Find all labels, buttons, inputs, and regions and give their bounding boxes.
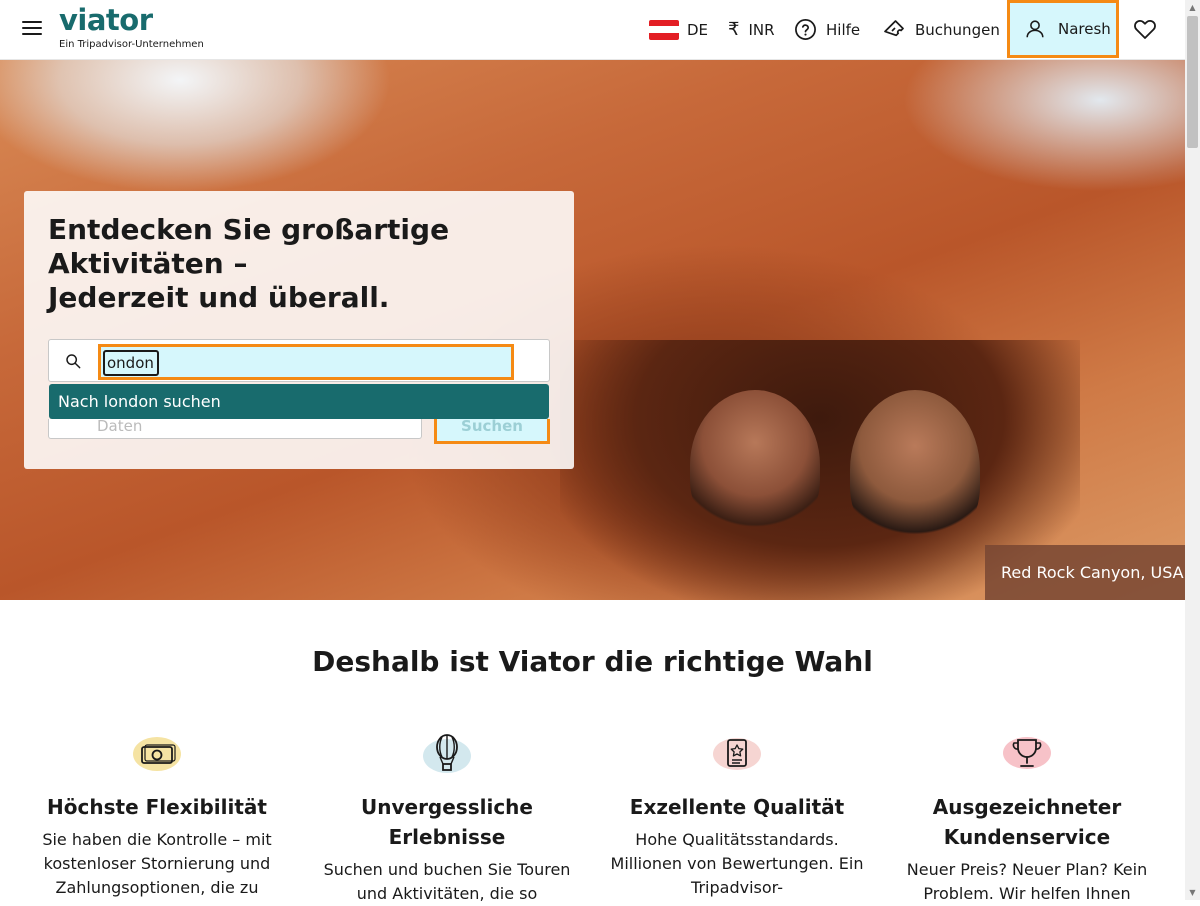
help-icon bbox=[794, 18, 817, 41]
hero-photo-person-left bbox=[690, 390, 820, 540]
feature-title: Exzellente Qualität bbox=[629, 795, 845, 819]
certificate-icon bbox=[602, 732, 872, 776]
rupee-icon: ₹ bbox=[728, 19, 740, 40]
feature-description: Sie haben die Kontrolle – mit kostenlose… bbox=[42, 830, 272, 897]
austria-flag-icon bbox=[649, 19, 679, 40]
ticket-icon bbox=[882, 18, 906, 42]
feature-description: Neuer Preis? Neuer Plan? Kein Problem. W… bbox=[906, 860, 1148, 903]
feature-title: Höchste Flexibilität bbox=[47, 795, 267, 819]
hot-air-balloon-icon bbox=[312, 732, 582, 776]
bookings-link[interactable]: Buchungen bbox=[882, 0, 1000, 59]
hero-title: Entdecken Sie großartige Aktivitäten – J… bbox=[48, 213, 528, 315]
help-link[interactable]: Hilfe bbox=[794, 0, 860, 59]
search-input-focus-ring bbox=[98, 344, 514, 380]
date-placeholder: Daten bbox=[97, 419, 143, 435]
photo-caption: Red Rock Canyon, USA bbox=[985, 545, 1185, 600]
search-button[interactable]: Suchen bbox=[434, 419, 550, 444]
why-viator-heading: Deshalb ist Viator die richtige Wahl bbox=[312, 645, 873, 678]
logo-subtitle: Ein Tripadvisor-Unternehmen bbox=[59, 39, 204, 50]
page-scrollbar[interactable]: ▲ ▼ bbox=[1185, 0, 1200, 900]
money-icon bbox=[22, 732, 292, 776]
search-icon bbox=[65, 353, 81, 373]
scroll-down-arrow-icon[interactable]: ▼ bbox=[1185, 885, 1200, 900]
top-header: viator Ein Tripadvisor-Unternehmen DE ₹ … bbox=[0, 0, 1185, 60]
feature-title: Unvergessliche Erlebnisse bbox=[360, 795, 533, 849]
hero-title-line3: Jederzeit und überall. bbox=[48, 281, 390, 314]
scrollbar-thumb[interactable] bbox=[1187, 16, 1198, 148]
language-label: DE bbox=[687, 20, 709, 39]
trophy-icon bbox=[892, 732, 1162, 776]
hero-title-line1: Entdecken Sie großartige bbox=[48, 213, 450, 246]
search-suggestion-item[interactable]: Nach london suchen bbox=[49, 384, 549, 419]
feature-customer-service: Ausgezeichneter Kundenservice Neuer Prei… bbox=[892, 732, 1162, 906]
user-name: Naresh bbox=[1058, 20, 1111, 38]
date-field[interactable]: Daten bbox=[48, 419, 422, 439]
search-field[interactable] bbox=[48, 339, 550, 382]
user-account-button[interactable]: Naresh bbox=[1007, 0, 1119, 58]
currency-selector[interactable]: ₹ INR bbox=[728, 0, 775, 59]
search-card: Entdecken Sie großartige Aktivitäten – J… bbox=[24, 191, 574, 469]
bookings-label: Buchungen bbox=[915, 20, 1000, 39]
feature-experiences: Unvergessliche Erlebnisse Suchen und buc… bbox=[312, 732, 582, 906]
viator-logo[interactable]: viator bbox=[59, 3, 153, 37]
hero-photo-person-right bbox=[850, 390, 980, 550]
currency-label: INR bbox=[748, 20, 775, 39]
feature-description: Hohe Qualitätsstandards. Millionen von B… bbox=[610, 830, 864, 897]
feature-description: Suchen und buchen Sie Touren und Aktivit… bbox=[323, 860, 571, 903]
user-icon bbox=[1024, 18, 1046, 40]
feature-quality: Exzellente Qualität Hohe Qualitätsstanda… bbox=[602, 732, 872, 900]
language-selector[interactable]: DE bbox=[649, 0, 708, 59]
search-input[interactable] bbox=[103, 350, 159, 376]
feature-title: Ausgezeichneter Kundenservice bbox=[932, 795, 1122, 849]
scroll-up-arrow-icon[interactable]: ▲ bbox=[1185, 0, 1200, 15]
menu-icon[interactable] bbox=[20, 17, 46, 41]
help-label: Hilfe bbox=[826, 20, 861, 39]
wishlist-heart-icon[interactable] bbox=[1133, 18, 1157, 44]
hero-title-line2: Aktivitäten – bbox=[48, 247, 248, 280]
feature-flexibility: Höchste Flexibilität Sie haben die Kontr… bbox=[22, 732, 292, 900]
